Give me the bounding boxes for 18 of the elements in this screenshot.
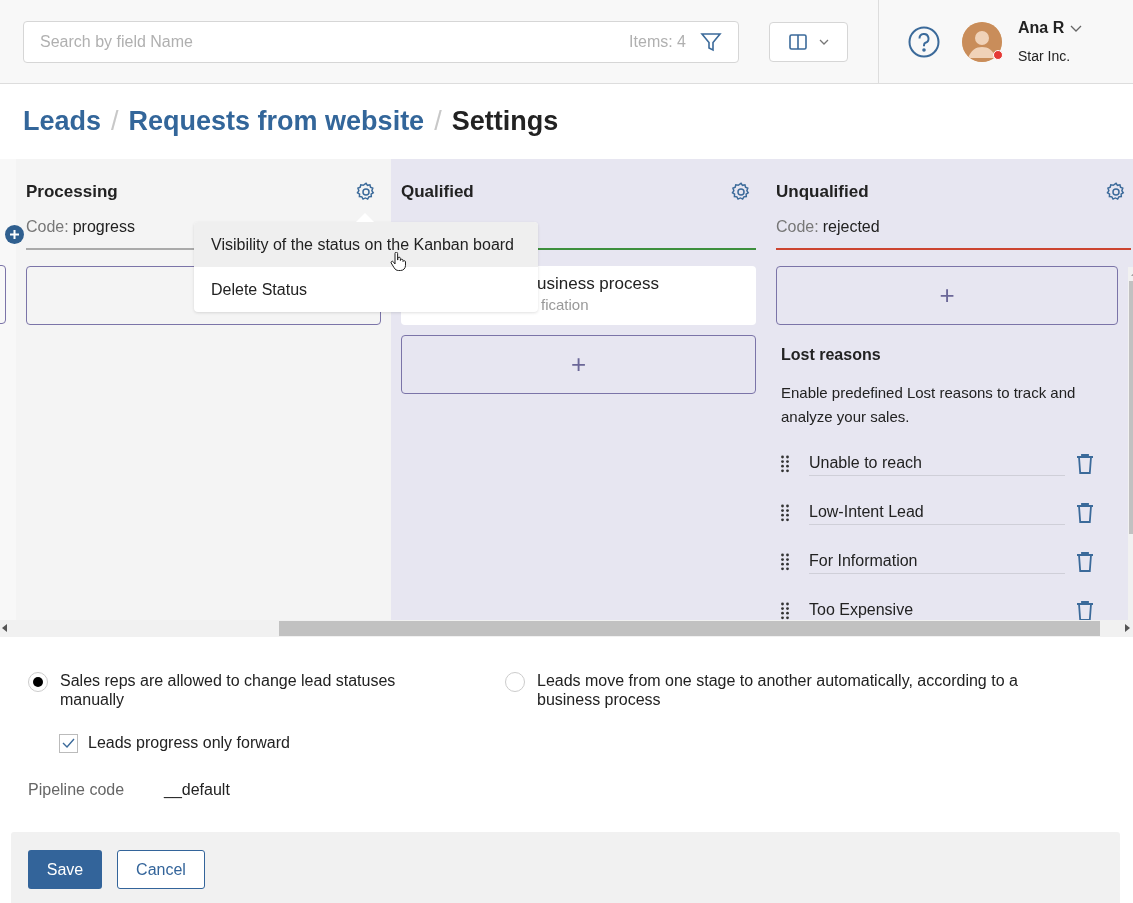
process-subtitle: fication [541,294,590,315]
process-title: usiness process [537,272,660,295]
status-title: Qualified [401,181,474,203]
code-label: Code: [776,216,819,237]
pipeline-code-value: __default [164,780,230,800]
breadcrumb-separator: / [434,105,442,139]
page-title: Settings [451,105,559,139]
company-name: Star Inc. [1018,47,1072,66]
pipeline-code-label: Pipeline code [28,780,126,800]
code-value: rejected [822,216,880,237]
code-label: Code: [26,216,69,237]
code-value: progress [72,216,135,237]
breadcrumb-separator: / [111,105,119,139]
status-title: Unqualified [776,181,869,203]
lost-reasons-title: Lost reasons [781,344,882,365]
status-title: Processing [26,181,118,203]
items-count: Items: 4 [629,31,686,52]
lost-reasons-description: Enable predefined Lost reasons to track and analyze your sales. [781,382,1077,427]
